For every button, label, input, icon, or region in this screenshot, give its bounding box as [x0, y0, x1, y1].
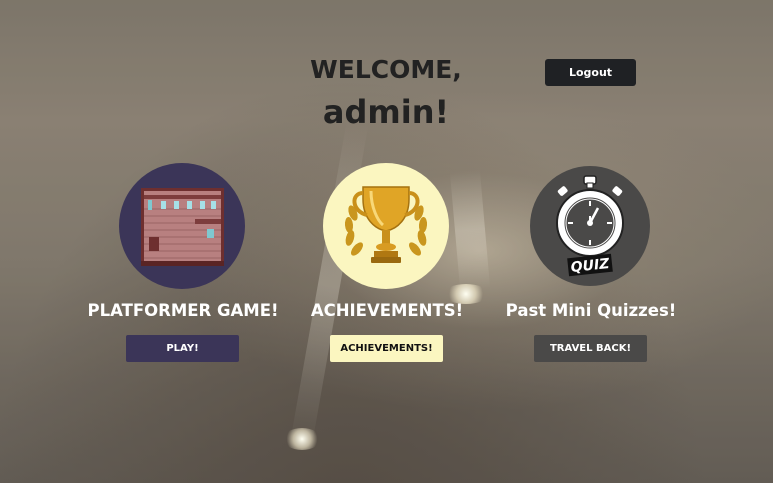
username-heading: admin! — [322, 93, 450, 131]
past-quizzes-title: Past Mini Quizzes! — [505, 301, 677, 320]
achievements-image[interactable] — [323, 163, 449, 289]
achievements-button[interactable]: ACHIEVEMENTS! — [330, 335, 443, 362]
trophy-laurel-icon — [344, 186, 428, 263]
platformer-title: PLATFORMER GAME! — [87, 301, 279, 320]
stopwatch-quiz-icon: QUIZ — [556, 175, 624, 277]
platformer-game-image[interactable] — [119, 163, 245, 289]
logout-button[interactable]: Logout — [545, 59, 636, 86]
achievements-title: ACHIEVEMENTS! — [310, 301, 464, 320]
brick-room-level-icon — [141, 188, 224, 266]
travel-back-button[interactable]: TRAVEL BACK! — [534, 335, 647, 362]
past-quizzes-image[interactable]: QUIZ — [530, 166, 650, 286]
welcome-heading: WELCOME, — [310, 55, 462, 84]
quiz-badge-text: QUIZ — [570, 256, 611, 276]
play-button[interactable]: PLAY! — [126, 335, 239, 362]
